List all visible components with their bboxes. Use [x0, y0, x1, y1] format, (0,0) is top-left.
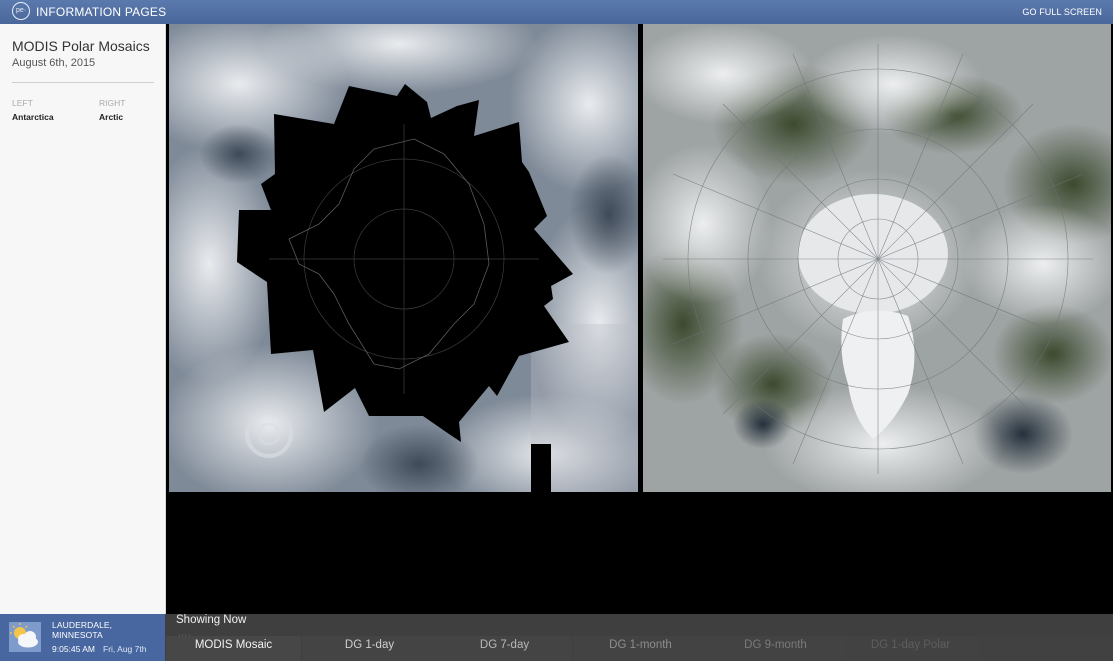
page-date: August 6th, 2015 — [12, 57, 96, 69]
clock-time: 9:05:45 AM — [52, 644, 96, 654]
weather-location: LAUDERDALE, MINNESOTA — [52, 620, 113, 640]
tab-dg-9-month[interactable]: DG 9-month — [708, 636, 843, 661]
left-label: LEFT — [12, 98, 33, 108]
right-label: RIGHT — [99, 98, 126, 108]
right-value: Arctic — [99, 112, 124, 122]
tab-dg-1-day[interactable]: DG 1-day — [302, 636, 437, 661]
page-title: MODIS Polar Mosaics — [12, 38, 150, 54]
weather-widget: LAUDERDALE, MINNESOTA 9:05:45 AM Fri, Au… — [0, 614, 165, 661]
clock-date: Fri, Aug 7th — [103, 644, 147, 654]
info-sidebar: MODIS Polar Mosaics August 6th, 2015 LEF… — [0, 24, 166, 614]
tab-next-faded[interactable] — [978, 636, 1113, 661]
app-title[interactable]: INFORMATION PAGES — [36, 5, 166, 19]
top-bar: pe· INFORMATION PAGES GO FULL SCREEN — [0, 0, 1113, 24]
tab-dg-7-day[interactable]: DG 7-day — [437, 636, 572, 661]
partly-cloudy-icon — [9, 622, 41, 652]
tab-modis-mosaic[interactable]: MODIS Mosaic — [166, 636, 301, 661]
go-full-screen-button[interactable]: GO FULL SCREEN — [1022, 7, 1102, 17]
antarctica-mosaic-image — [169, 24, 638, 492]
tab-dg-1-month[interactable]: DG 1-month — [573, 636, 708, 661]
app-logo-icon[interactable]: pe· — [12, 2, 30, 20]
tab-dg-1-day-polar[interactable]: DG 1-day Polar — [843, 636, 978, 661]
bottom-bar: LAUDERDALE, MINNESOTA 9:05:45 AM Fri, Au… — [0, 614, 1113, 661]
showing-now-label: Showing Now — [176, 614, 247, 626]
arctic-mosaic-image — [643, 24, 1111, 492]
divider — [12, 82, 154, 83]
playlist-tabs: MODIS Mosaic DG 1-day DG 7-day DG 1-mont… — [166, 636, 1113, 661]
left-value: Antarctica — [12, 112, 54, 122]
